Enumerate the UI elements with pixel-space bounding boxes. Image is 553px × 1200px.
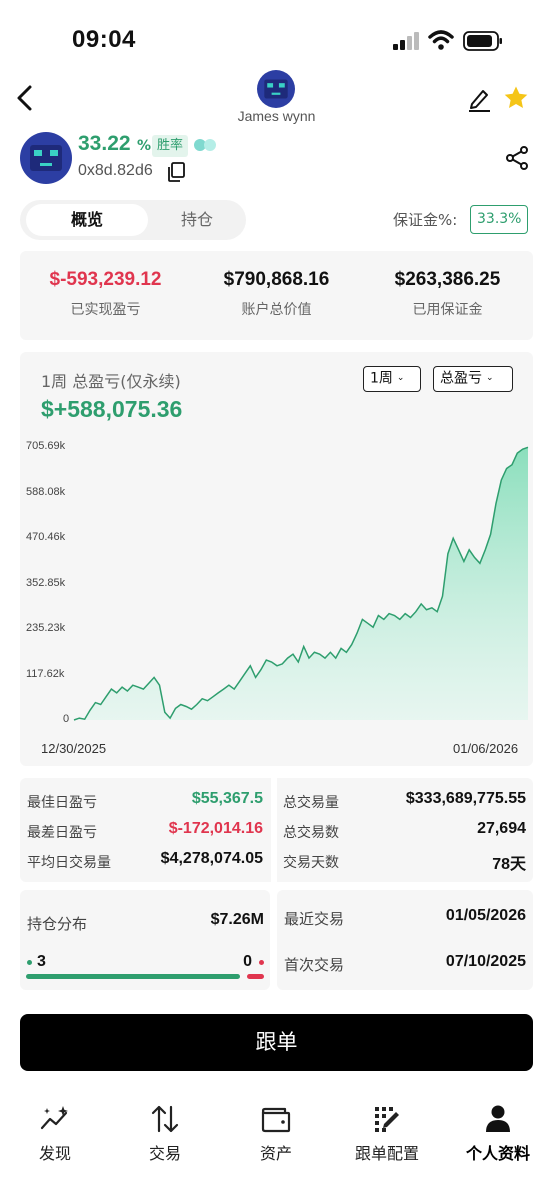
wallet-address: 0x8d.82d6 [78, 162, 153, 179]
long-dot [27, 960, 32, 965]
used-margin-label: 已用保证金 [412, 302, 483, 318]
nav-copy-config[interactable]: 跟单配置 [342, 1104, 432, 1164]
metric-select[interactable]: 总盈亏 ⌄ [433, 366, 513, 392]
total-volume-label: 总交易量 [283, 795, 339, 811]
short-dot [259, 960, 264, 965]
y-tick-label: 352.85k [26, 577, 66, 589]
chevron-down-icon: ⌄ [396, 373, 405, 383]
account-value-label: 账户总价值 [241, 302, 312, 318]
recent-trade-label: 最近交易 [284, 910, 345, 928]
nav-trade-label: 交易 [148, 1144, 181, 1163]
worst-day-pnl-value: $-172,014.16 [168, 820, 263, 837]
x-tick-label: 01/06/2026 [453, 741, 519, 756]
nav-discover-label: 发现 [38, 1144, 71, 1163]
trading-days-label: 交易天数 [283, 855, 339, 871]
copy-trade-button[interactable]: 跟单 [20, 1014, 533, 1071]
stats-card: 最佳日盈亏 $55,367.5 最差日盈亏 $-172,014.16 平均日交易… [20, 778, 533, 882]
back-arrow-icon[interactable] [14, 84, 36, 112]
status-time: 09:04 [72, 26, 136, 53]
wifi-icon [428, 30, 454, 50]
chevron-down-icon: ⌄ [486, 373, 494, 383]
trading-days-value: 78天 [492, 856, 526, 873]
summary-used-margin: $263,386.25 已用保证金 [362, 269, 533, 319]
nav-assets-label: 资产 [259, 1144, 292, 1163]
chart-title: 1周 总盈亏(仅永续) [41, 372, 181, 391]
tab-bar: 概览 持仓 [20, 200, 246, 240]
account-value-value: $790,868.16 [223, 269, 330, 290]
margin-label: 保证金%: [393, 211, 458, 229]
nav-trade[interactable]: 交易 [120, 1104, 210, 1164]
nav-profile-label: 个人资料 [465, 1144, 530, 1163]
share-icon[interactable] [505, 146, 529, 170]
chart-total-pnl: $+588,075.36 [41, 396, 183, 422]
header-name: James wynn [237, 108, 316, 124]
summary-card: $-593,239.12 已实现盈亏 $790,868.16 账户总价值 $26… [20, 251, 533, 340]
long-ratio-bar [26, 974, 240, 979]
tab-overview[interactable]: 概览 [26, 204, 148, 236]
y-tick-label: 470.46k [26, 531, 66, 543]
win-rate-value: 33.22 [78, 132, 131, 155]
nav-discover[interactable]: 发现 [10, 1104, 100, 1164]
user-icon [486, 1105, 510, 1132]
total-volume-value: $333,689,775.55 [405, 790, 526, 807]
long-count: 3 [37, 953, 46, 970]
short-count: 0 [243, 953, 252, 970]
stats-divider [271, 778, 277, 882]
margin-value-badge: 33.3% [470, 205, 529, 234]
tab-positions[interactable]: 持仓 [148, 204, 246, 236]
battery-icon [463, 31, 502, 51]
profile-avatar [20, 132, 72, 184]
first-trade-date: 07/10/2025 [445, 953, 526, 970]
summary-realized-pnl: $-593,239.12 已实现盈亏 [20, 269, 191, 319]
y-tick-label: 235.23k [26, 622, 66, 634]
header-avatar [257, 70, 295, 108]
y-tick-label: 117.62k [26, 668, 65, 680]
avg-daily-volume-label: 平均日交易量 [27, 855, 111, 871]
nav-profile[interactable]: 个人资料 [453, 1104, 543, 1164]
period-select[interactable]: 1周 ⌄ [363, 366, 421, 392]
total-trades-value: 27,694 [477, 820, 526, 837]
avg-daily-volume-value: $4,278,074.05 [160, 850, 263, 867]
y-tick-label: 588.08k [26, 486, 66, 498]
nav-copy-config-label: 跟单配置 [354, 1144, 419, 1163]
best-day-pnl-value: $55,367.5 [191, 790, 263, 807]
realized-pnl-label: 已实现盈亏 [70, 302, 141, 318]
recent-trade-date: 01/05/2026 [445, 907, 526, 924]
star-icon[interactable] [503, 85, 529, 111]
win-rate-badge: 胜率 [152, 135, 189, 157]
used-margin-value: $263,386.25 [394, 269, 501, 290]
sparkle-chart-icon [40, 1106, 68, 1130]
metric-select-value: 总盈亏 [440, 370, 482, 387]
realized-pnl-value: $-593,239.12 [49, 269, 162, 290]
wallet-icon [261, 1107, 291, 1133]
grid-pencil-icon [375, 1107, 399, 1132]
holdings-label: 持仓分布 [27, 915, 88, 933]
swap-arrows-icon [151, 1105, 179, 1133]
nav-assets[interactable]: 资产 [231, 1104, 321, 1164]
signal-icon [393, 32, 419, 50]
period-select-value: 1周 [370, 370, 393, 387]
short-ratio-bar [247, 974, 264, 979]
recent-trades-card: 最近交易 01/05/2026 首次交易 07/10/2025 [277, 890, 533, 990]
y-tick-label: 705.69k [26, 440, 66, 452]
first-trade-label: 首次交易 [284, 956, 345, 974]
holdings-value: $7.26M [210, 911, 264, 928]
win-rate-unit: % [137, 138, 152, 154]
x-tick-label: 12/30/2025 [41, 741, 107, 756]
y-tick-label: 0 [63, 713, 70, 725]
bubbles-icon [194, 139, 216, 151]
best-day-pnl-label: 最佳日盈亏 [27, 795, 97, 811]
summary-account-value: $790,868.16 账户总价值 [191, 269, 362, 319]
edit-icon[interactable] [466, 86, 492, 112]
worst-day-pnl-label: 最差日盈亏 [27, 825, 97, 841]
copy-icon[interactable] [167, 162, 185, 182]
total-trades-label: 总交易数 [283, 825, 339, 841]
